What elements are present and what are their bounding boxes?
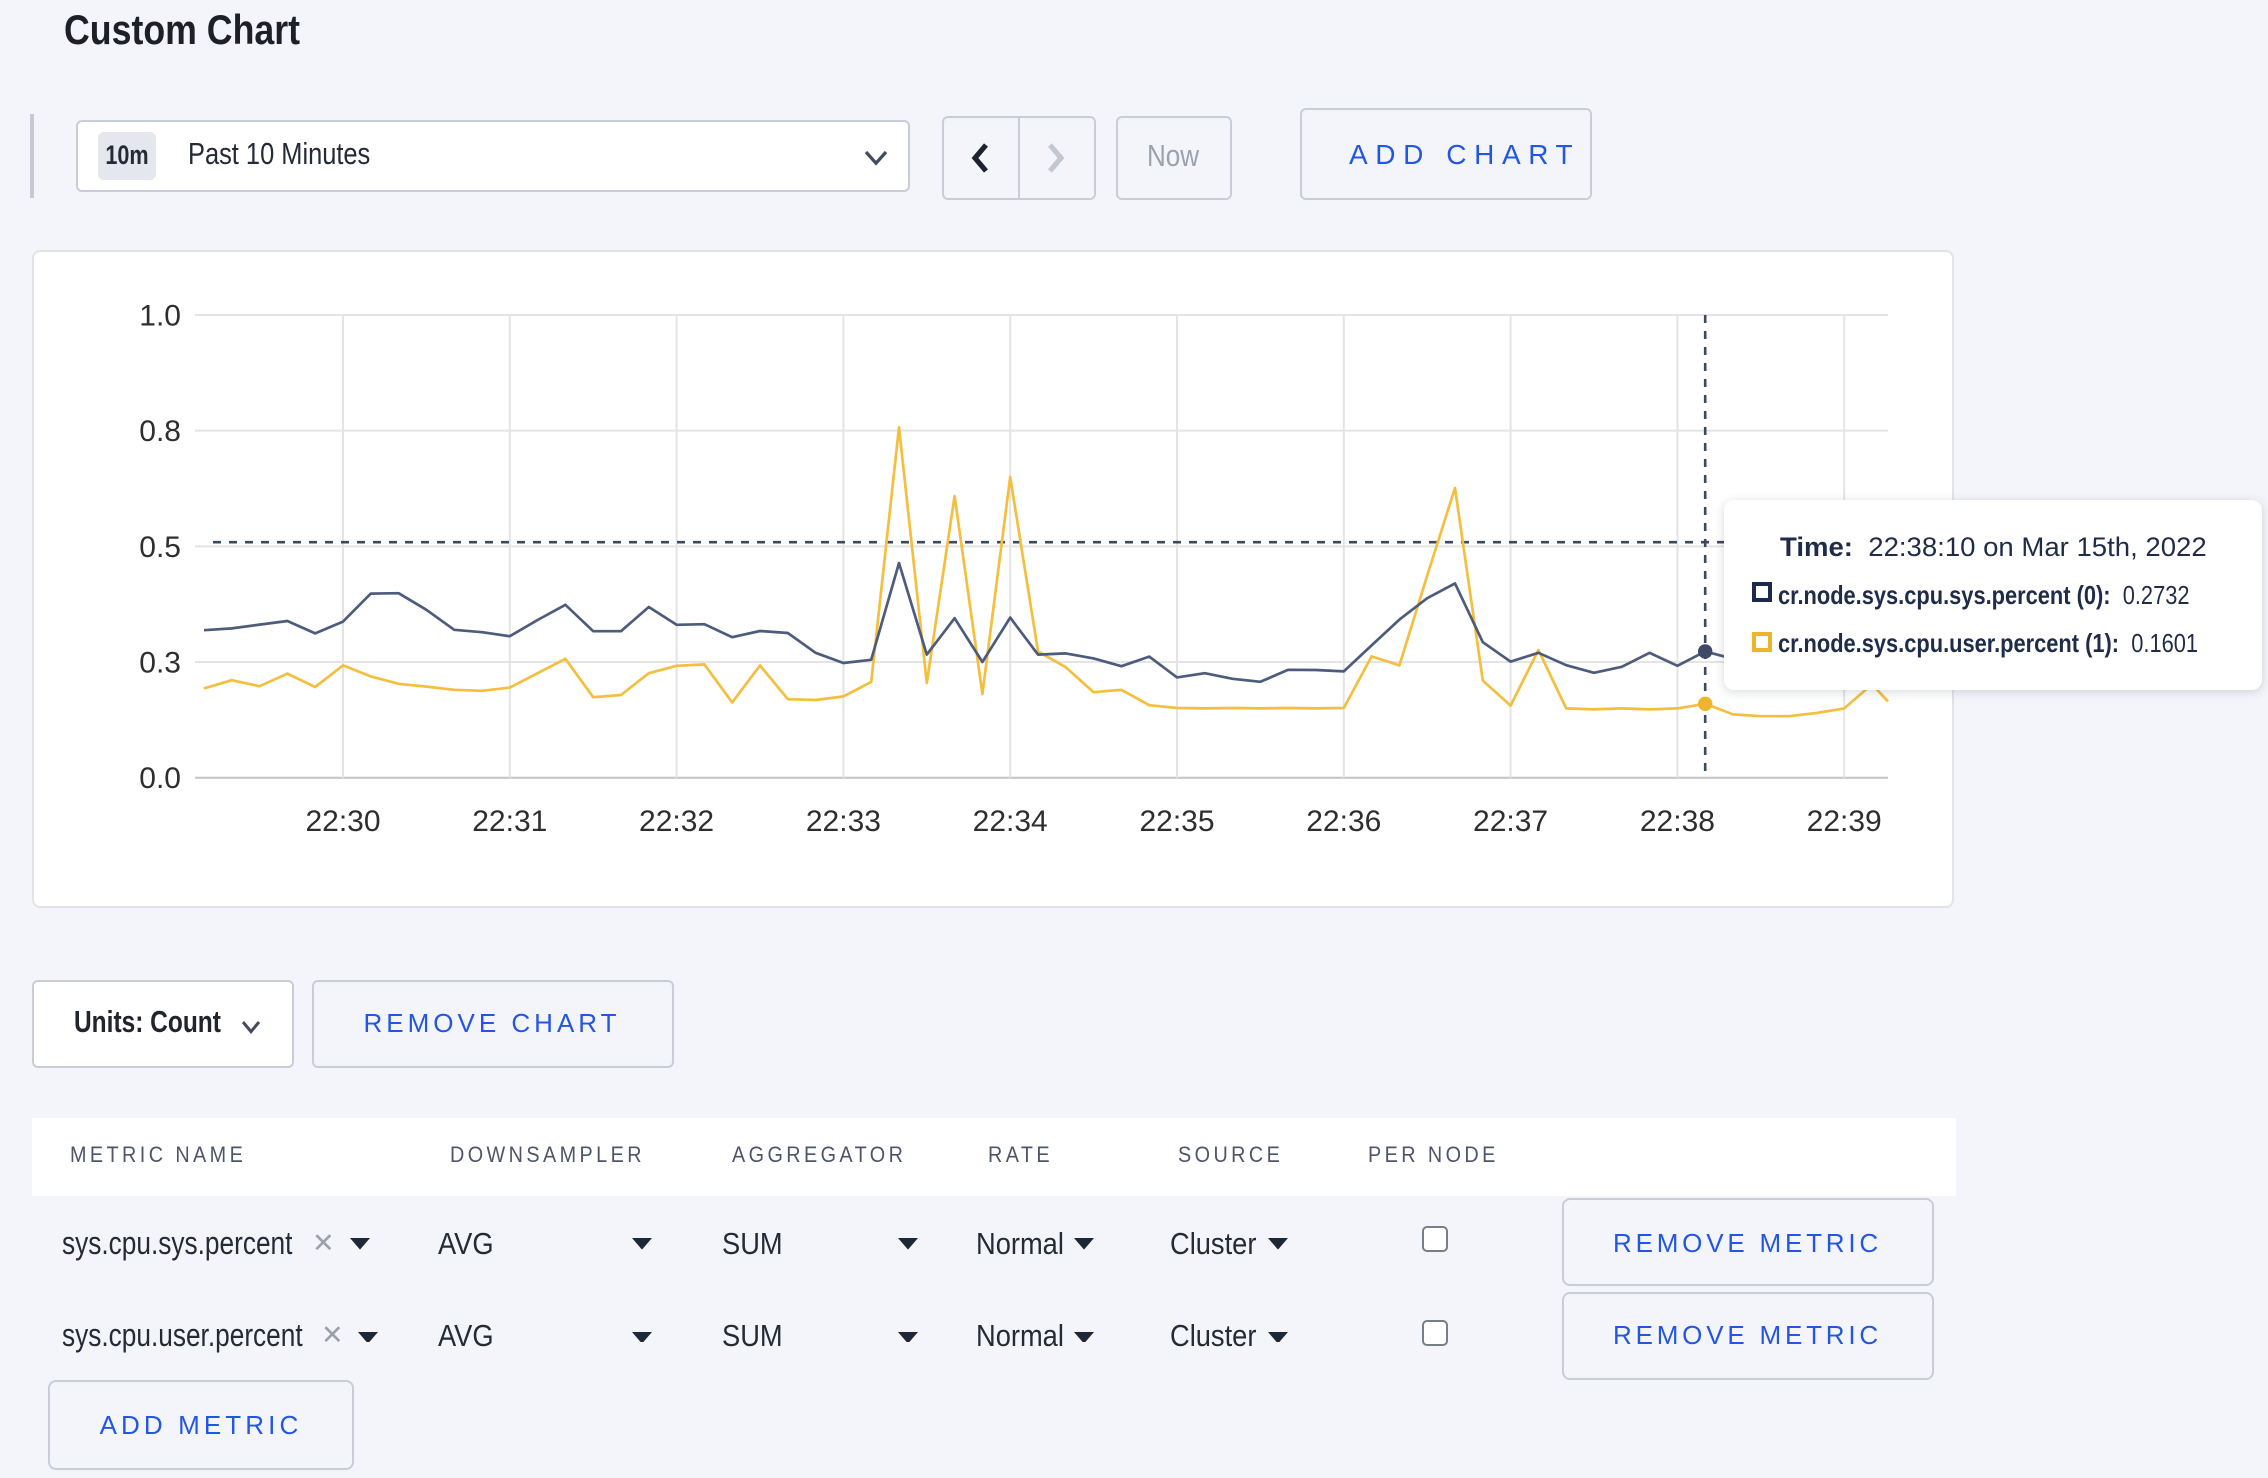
svg-text:1.0: 1.0 [138,299,180,332]
svg-text:22:31: 22:31 [471,805,546,838]
svg-text:22:39: 22:39 [1806,805,1881,838]
svg-text:22:33: 22:33 [805,805,880,838]
svg-text:0.5: 0.5 [138,531,180,564]
svg-text:0.3: 0.3 [138,646,180,679]
svg-text:22:34: 22:34 [972,805,1047,838]
svg-text:22:36: 22:36 [1305,805,1380,838]
svg-text:22:30: 22:30 [304,805,379,838]
svg-text:22:38: 22:38 [1639,805,1714,838]
svg-text:22:35: 22:35 [1138,805,1213,838]
svg-text:22:32: 22:32 [638,805,713,838]
svg-text:22:37: 22:37 [1472,805,1547,838]
svg-text:0.8: 0.8 [138,415,180,448]
svg-text:0.0: 0.0 [138,762,180,795]
